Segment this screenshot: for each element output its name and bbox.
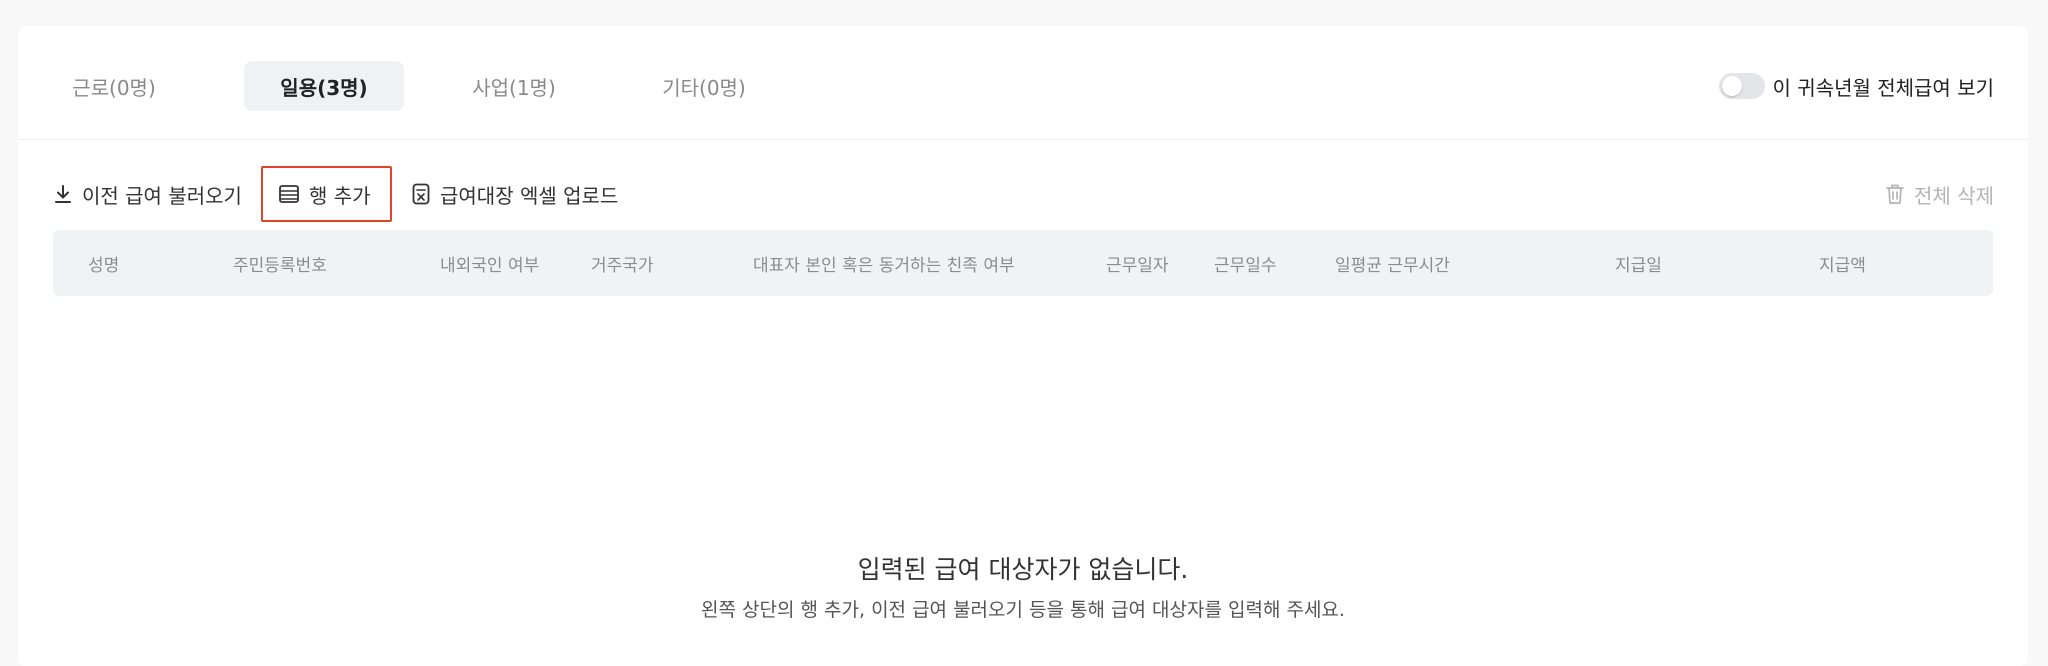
empty-state-description: 왼쪽 상단의 행 추가, 이전 급여 불러오기 등을 통해 급여 대상자를 입력… (701, 599, 1345, 621)
toggle-label: 이 귀속년월 전체급여 보기 (1772, 75, 1994, 100)
table-rows-icon (279, 185, 299, 203)
col-work-dates: 근무일자 (1106, 255, 1169, 276)
tab-other[interactable]: 기타(0명) (644, 61, 764, 111)
delete-all-button[interactable]: 전체 삭제 (1886, 166, 1994, 222)
toggle-knob (1721, 76, 1742, 96)
trash-icon (1886, 183, 1904, 205)
delete-all-label: 전체 삭제 (1914, 183, 1994, 208)
col-resident-number: 주민등록번호 (233, 255, 327, 276)
excel-upload-label: 급여대장 엑셀 업로드 (440, 183, 619, 208)
download-icon (54, 184, 72, 204)
toggle-switch[interactable] (1718, 73, 1765, 99)
toolbar: 이전 급여 불러오기 행 추가 급여대장 엑셀 업로드 전체 삭제 (18, 166, 2028, 222)
col-name: 성명 (88, 255, 120, 276)
payroll-card: 근로(0명) 일용(3명) 사업(1명) 기타(0명) 이 귀속년월 전체급여 … (18, 26, 2028, 666)
load-previous-label: 이전 급여 불러오기 (82, 183, 242, 208)
tab-business[interactable]: 사업(1명) (454, 61, 574, 111)
col-daily-hours: 일평균 근무시간 (1335, 255, 1450, 276)
table-header: 성명 주민등록번호 내외국인 여부 거주국가 대표자 본인 혹은 동거하는 친족… (53, 230, 1993, 296)
full-payroll-toggle[interactable]: 이 귀속년월 전체급여 보기 (1718, 69, 1994, 103)
col-work-days: 근무일수 (1214, 255, 1277, 276)
tab-daily[interactable]: 일용(3명) (244, 61, 404, 111)
col-country: 거주국가 (591, 255, 654, 276)
load-previous-button[interactable]: 이전 급여 불러오기 (54, 166, 242, 222)
excel-file-icon (412, 183, 430, 205)
tab-regular[interactable]: 근로(0명) (54, 61, 174, 111)
col-pay-date: 지급일 (1615, 255, 1662, 276)
col-relative-status: 대표자 본인 혹은 동거하는 친족 여부 (753, 255, 1015, 276)
tabs-row: 근로(0명) 일용(3명) 사업(1명) 기타(0명) 이 귀속년월 전체급여 … (18, 26, 2028, 140)
col-nationality: 내외국인 여부 (440, 255, 540, 276)
add-row-label: 행 추가 (309, 183, 371, 208)
empty-state-title: 입력된 급여 대상자가 없습니다. (857, 555, 1189, 584)
add-row-button[interactable]: 행 추가 (261, 166, 392, 222)
col-pay-amount: 지급액 (1819, 255, 1866, 276)
excel-upload-button[interactable]: 급여대장 엑셀 업로드 (412, 166, 618, 222)
